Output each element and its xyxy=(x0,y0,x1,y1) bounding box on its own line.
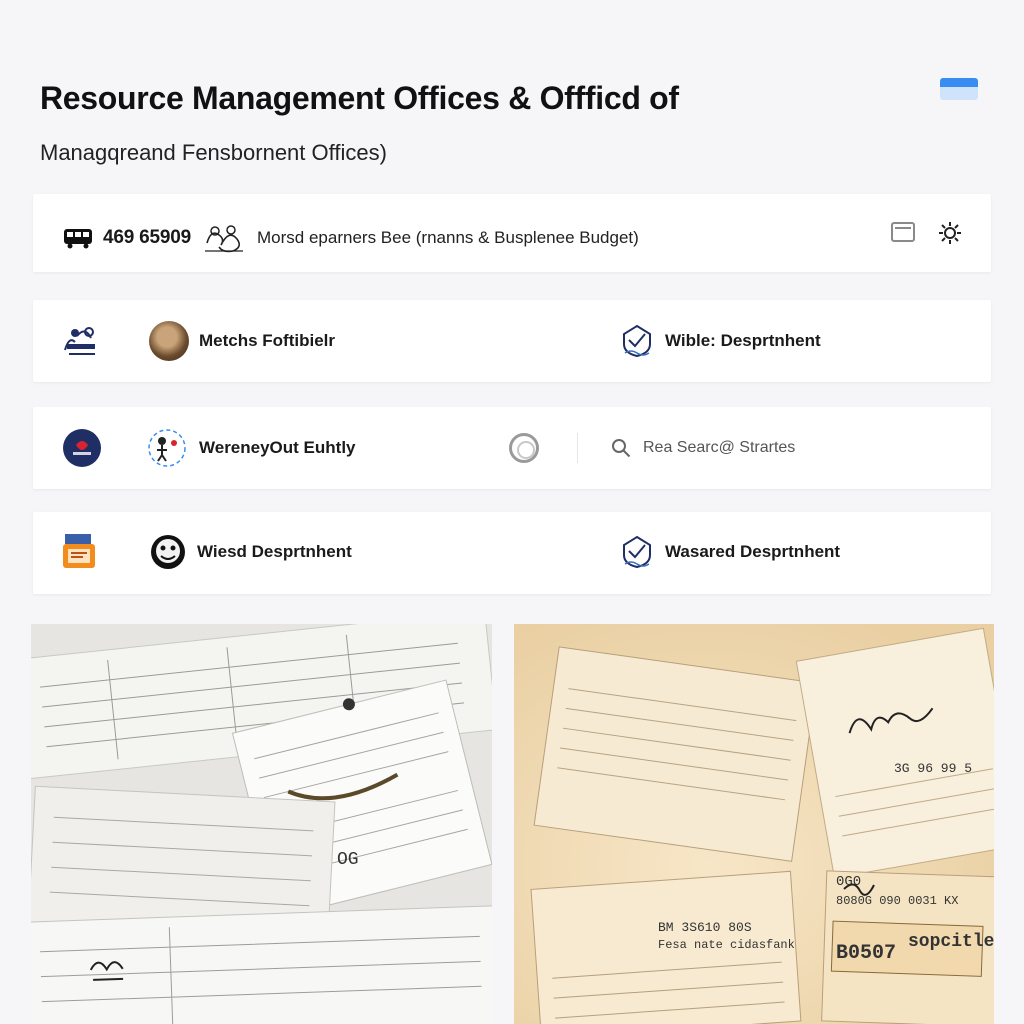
document-stamp: B0507 xyxy=(836,942,897,965)
receipts-photo: 3G 96 99 5 0G0 8080G 090 0031 KX BM 3S61… xyxy=(514,624,994,1024)
documents-image xyxy=(31,624,492,1024)
family-icon xyxy=(148,429,186,467)
bus-icon xyxy=(64,229,92,249)
search-icon xyxy=(612,439,631,458)
gear-icon[interactable] xyxy=(937,220,963,246)
department-row[interactable]: Wiesd Desprtnhent Wasared Desprtnhent xyxy=(33,512,991,594)
row-label: Wasared Desprtnhent xyxy=(665,542,841,561)
org-logo-icon xyxy=(64,327,95,355)
page-subtitle: Managqreand Fensbornent Offices) xyxy=(40,140,387,165)
window-icon[interactable] xyxy=(891,222,915,242)
document-stamp: sopcitle xyxy=(908,932,994,952)
document-stamp: OG xyxy=(337,850,359,870)
mascot-icon xyxy=(151,535,185,569)
search-input[interactable]: Rea Searc@ Strartes xyxy=(611,429,971,467)
info-bar: 469 65909 Morsd eparners Bee (rnanns & B… xyxy=(33,194,991,272)
folder-icon xyxy=(63,534,95,568)
badge-icon xyxy=(63,429,101,467)
row-label: Wiesd Desprtnhent xyxy=(197,542,352,561)
row-label: WereneyOut Euhtly xyxy=(199,438,356,457)
page-title: Resource Management Offices & Offficd of xyxy=(40,80,679,116)
document-code: 0G0 xyxy=(836,874,862,890)
receipts-image xyxy=(514,624,994,1024)
row-item-left[interactable]: WereneyOut Euhtly xyxy=(145,427,356,469)
divider xyxy=(577,433,578,463)
search-placeholder: Rea Searc@ Strartes xyxy=(643,439,796,456)
row-item-left[interactable]: Wiesd Desprtnhent xyxy=(149,532,352,572)
phone-number: 469 65909 xyxy=(103,227,192,248)
department-icon xyxy=(623,324,651,358)
avatar xyxy=(149,321,189,361)
row-label: Wible: Desprtnhent xyxy=(665,331,821,350)
row-item-left[interactable]: Metchs Foftibielr xyxy=(149,321,335,361)
document-ref-number: BM 3S610 80S xyxy=(658,920,752,935)
team-icon xyxy=(205,225,244,253)
row-label: Metchs Foftibielr xyxy=(199,331,336,350)
row-item-right[interactable]: Wible: Desprtnhent xyxy=(619,323,821,359)
toggle-icon[interactable] xyxy=(509,433,539,463)
row-item-right[interactable]: Wasared Desprtnhent xyxy=(619,534,840,570)
department-icon xyxy=(623,535,651,569)
document-caption: Fesa nate cidasfank xyxy=(658,938,795,952)
search-row[interactable]: WereneyOut Euhtly Rea Searc@ Strartes xyxy=(33,407,991,489)
document-ref-number: 3G 96 99 5 xyxy=(894,761,973,776)
department-row[interactable]: Metchs Foftibielr Wible: Desprtnhent xyxy=(33,300,991,382)
documents-photo: OG xyxy=(31,624,492,1024)
status-indicator[interactable] xyxy=(940,78,978,100)
budget-description: Morsd eparners Bee (rnanns & Busplenee B… xyxy=(257,228,639,247)
document-code: 8080G 090 0031 KX xyxy=(836,894,959,908)
contact-group: 469 65909 Morsd eparners Bee (rnanns & B… xyxy=(63,221,639,255)
